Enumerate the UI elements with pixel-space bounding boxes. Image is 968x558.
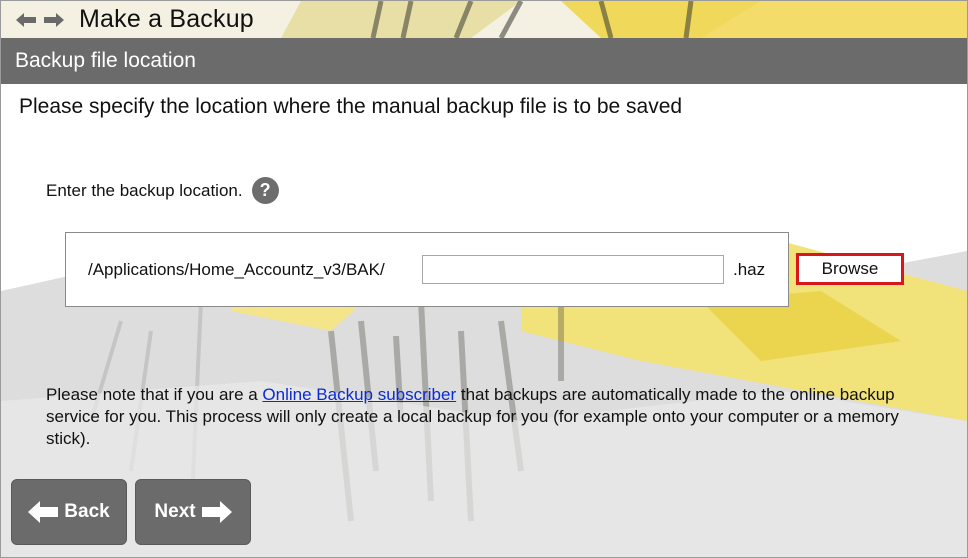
back-button-label: Back (64, 501, 110, 522)
next-button-label: Next (154, 501, 196, 522)
enter-location-row: Enter the backup location. ? (46, 177, 279, 204)
next-button[interactable]: Next (135, 479, 251, 545)
app-window: Make a Backup Backup file location Pleas… (0, 0, 968, 558)
title-bar: Make a Backup (1, 1, 967, 38)
help-icon[interactable]: ? (251, 177, 279, 204)
section-title: Backup file location (15, 49, 196, 72)
online-backup-note: Please note that if you are a Online Bac… (46, 384, 926, 450)
backup-filename-input[interactable] (422, 255, 724, 284)
backup-location-panel: /Applications/Home_Accountz_v3/BAK/ .haz (65, 232, 789, 307)
file-extension: .haz (733, 260, 766, 279)
right-arrow-icon[interactable] (43, 9, 65, 31)
section-header: Backup file location (1, 38, 967, 84)
back-button[interactable]: Back (11, 479, 127, 545)
enter-location-label: Enter the backup location. (46, 180, 243, 200)
online-backup-link[interactable]: Online Backup subscriber (262, 385, 456, 404)
browse-button[interactable]: Browse (796, 253, 904, 285)
left-arrow-icon[interactable] (15, 9, 37, 31)
instruction-text: Please specify the location where the ma… (19, 95, 683, 118)
note-text-before: Please note that if you are a (46, 385, 263, 404)
back-arrow-icon (28, 501, 59, 523)
window-title: Make a Backup (79, 5, 254, 33)
next-arrow-icon (201, 501, 232, 523)
path-prefix: /Applications/Home_Accountz_v3/BAK/ (88, 260, 385, 279)
